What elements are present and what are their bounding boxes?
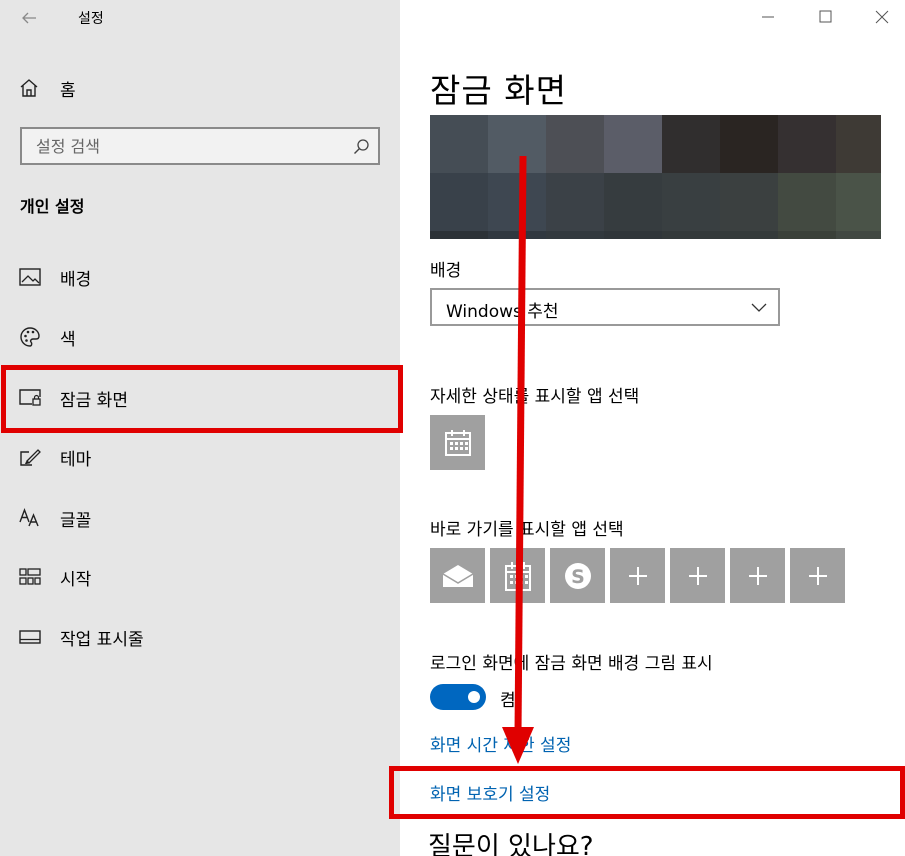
- quick-app-tile-add[interactable]: [730, 548, 785, 603]
- back-button[interactable]: [18, 6, 42, 30]
- minimize-icon: [762, 16, 774, 18]
- preview-pixel: [546, 173, 604, 231]
- sidebar-item-start[interactable]: 시작: [0, 547, 400, 607]
- preview-pixel: [488, 173, 546, 231]
- minimize-button[interactable]: [756, 6, 780, 28]
- close-icon: [875, 10, 889, 24]
- sidebar-item-lock-screen[interactable]: 잠금 화면: [0, 368, 400, 428]
- close-button[interactable]: [870, 6, 894, 28]
- preview-pixel: [720, 173, 778, 231]
- sidebar-item-label: 작업 표시줄: [60, 629, 144, 650]
- preview-pixel: [662, 173, 720, 231]
- start-grid-icon: [18, 566, 42, 588]
- sidebar-item-theme[interactable]: 테마: [0, 427, 400, 487]
- taskbar-icon: [18, 626, 42, 648]
- sidebar-item-home[interactable]: 홈: [18, 75, 76, 101]
- preview-pixel: [720, 115, 778, 173]
- sidebar-item-label: 시작: [60, 569, 92, 590]
- preview-pixel: [546, 115, 604, 173]
- quick-app-tile-add[interactable]: [610, 548, 665, 603]
- login-background-toggle[interactable]: [430, 684, 486, 710]
- calendar-icon: [504, 561, 531, 591]
- preview-pixel: [430, 173, 488, 231]
- preview-pixel: [778, 115, 836, 173]
- preview-pixel: [662, 231, 720, 239]
- sidebar-item-label: 색: [60, 329, 76, 350]
- background-dropdown[interactable]: Windows 추천: [430, 288, 780, 326]
- quick-app-label: 바로 가기를 표시할 앱 선택: [430, 520, 624, 540]
- sidebar-item-label: 글꼴: [60, 510, 92, 531]
- background-dropdown-value: Windows 추천: [446, 302, 559, 322]
- background-label: 배경: [430, 261, 462, 281]
- skype-icon: S: [564, 562, 591, 589]
- quick-app-tile-add[interactable]: [790, 548, 845, 603]
- screen-saver-link[interactable]: 화면 보호기 설정: [430, 780, 550, 805]
- screen-timeout-link[interactable]: 화면 시간 제한 설정: [430, 731, 571, 756]
- detail-app-label: 자세한 상태를 표시할 앱 선택: [430, 387, 640, 407]
- quick-app-tile-skype[interactable]: S: [550, 548, 605, 603]
- preview-pixel: [836, 173, 881, 231]
- sidebar-item-font[interactable]: 글꼴: [0, 488, 400, 548]
- back-arrow-icon: [22, 12, 36, 24]
- quick-app-tile-add[interactable]: [670, 548, 725, 603]
- question-heading: 질문이 있나요?: [428, 832, 594, 856]
- sidebar-item-background[interactable]: 배경: [0, 247, 400, 307]
- sidebar: 설정 홈 개인 설정 배경 색 잠금 화면: [0, 0, 400, 856]
- chevron-down-icon: [751, 303, 767, 312]
- plus-icon: [688, 566, 707, 585]
- preview-pixel: [488, 231, 546, 239]
- plus-icon: [628, 566, 647, 585]
- preview-pixel: [604, 173, 662, 231]
- mail-icon: [442, 564, 473, 587]
- maximize-button[interactable]: [813, 6, 837, 28]
- palette-icon: [18, 326, 42, 348]
- preview-pixel: [662, 115, 720, 173]
- sidebar-item-label: 배경: [60, 269, 92, 290]
- font-icon: [18, 507, 42, 529]
- preview-pixel: [720, 231, 778, 239]
- home-icon: [20, 79, 38, 97]
- preview-pixel: [778, 231, 836, 239]
- plus-icon: [748, 566, 767, 585]
- sidebar-item-taskbar[interactable]: 작업 표시줄: [0, 607, 400, 667]
- search-icon[interactable]: [352, 138, 370, 156]
- preview-pixel: [488, 115, 546, 173]
- lock-screen-preview-image: [430, 115, 881, 239]
- sidebar-item-label: 테마: [60, 449, 92, 470]
- home-label: 홈: [60, 80, 76, 101]
- detail-app-tile-calendar[interactable]: [430, 415, 485, 470]
- preview-pixel: [836, 231, 881, 239]
- preview-pixel: [604, 115, 662, 173]
- theme-brush-icon: [18, 446, 42, 468]
- sidebar-item-color[interactable]: 색: [0, 307, 400, 367]
- preview-pixel: [430, 115, 488, 173]
- preview-pixel: [836, 115, 881, 173]
- calendar-icon: [444, 429, 471, 456]
- quick-app-tile-calendar[interactable]: [490, 548, 545, 603]
- preview-pixel: [604, 231, 662, 239]
- search-input[interactable]: [36, 136, 336, 156]
- sidebar-item-label: 잠금 화면: [60, 390, 128, 411]
- toggle-knob: [468, 691, 480, 703]
- section-title: 개인 설정: [20, 197, 85, 216]
- page-title: 잠금 화면: [430, 71, 567, 110]
- maximize-icon: [819, 10, 832, 23]
- preview-pixel: [430, 231, 488, 239]
- preview-pixel: [778, 173, 836, 231]
- lock-screen-icon: [18, 387, 42, 409]
- svg-text:S: S: [571, 566, 585, 588]
- plus-icon: [808, 566, 827, 585]
- toggle-state-text: 켬: [500, 691, 516, 711]
- login-background-label: 로그인 화면에 잠금 화면 배경 그림 표시: [430, 654, 713, 674]
- window-title: 설정: [78, 11, 104, 27]
- picture-icon: [18, 266, 42, 288]
- search-box[interactable]: [20, 127, 380, 165]
- quick-app-tile-mail[interactable]: [430, 548, 485, 603]
- preview-pixel: [546, 231, 604, 239]
